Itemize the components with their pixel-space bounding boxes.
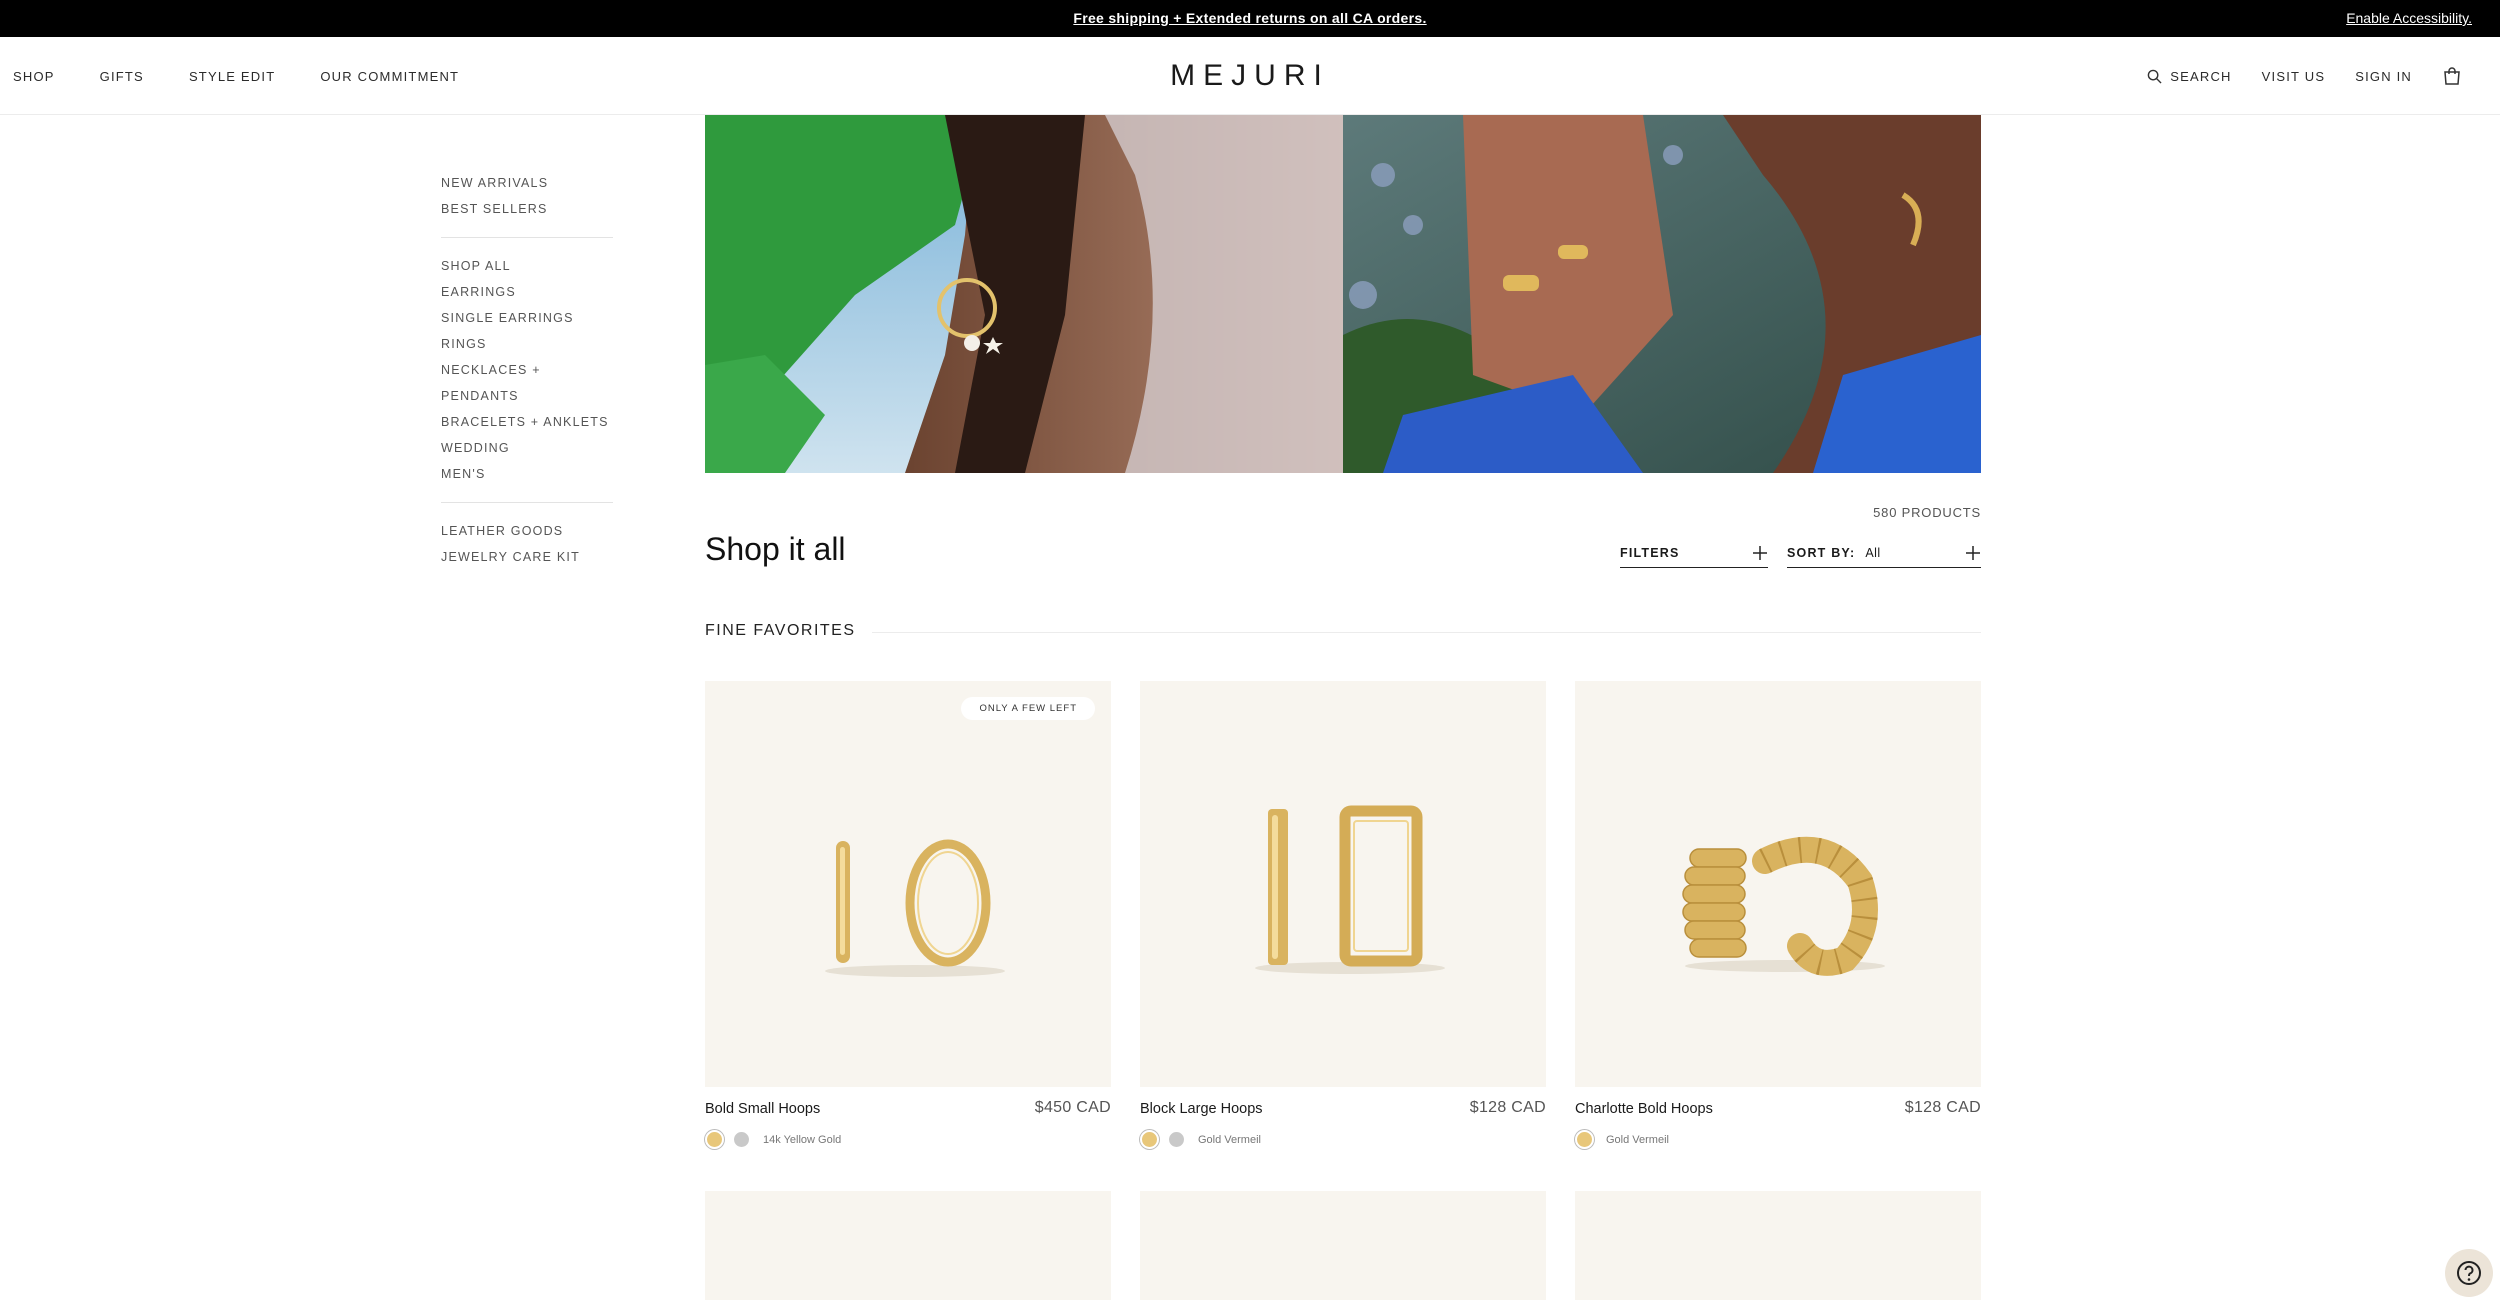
color-swatches: Gold Vermeil xyxy=(1575,1130,1669,1149)
swatch-silver[interactable] xyxy=(732,1130,751,1149)
swatch-gold-vermeil[interactable] xyxy=(1140,1130,1159,1149)
sidebar-item-wedding[interactable]: WEDDING xyxy=(441,435,613,461)
filters-button[interactable]: FILTERS xyxy=(1620,538,1768,568)
sidebar-item-earrings[interactable]: EARRINGS xyxy=(441,279,613,305)
product-price: $128 CAD xyxy=(1904,1099,1981,1116)
product-name[interactable]: Block Large Hoops xyxy=(1140,1101,1263,1117)
hero-image-earrings xyxy=(705,115,1343,473)
product-count: 580 PRODUCTS xyxy=(1873,505,1981,520)
search-label: SEARCH xyxy=(2170,68,2232,84)
category-sidebar: NEW ARRIVALS BEST SELLERS SHOP ALL EARRI… xyxy=(441,170,613,570)
sidebar-item-shop-all[interactable]: SHOP ALL xyxy=(441,253,613,279)
plus-icon xyxy=(1966,545,1980,560)
visit-us-link[interactable]: VISIT US xyxy=(2262,69,2326,84)
sign-in-link[interactable]: SIGN IN xyxy=(2355,69,2412,84)
page-title: Shop it all xyxy=(705,531,846,567)
rectangle-hoops-image xyxy=(1255,805,1445,974)
plus-icon xyxy=(1753,545,1767,560)
product-card[interactable]: ONLY A FEW LEFT Bold Small Hoops $450 CA… xyxy=(705,681,1111,1149)
sidebar-item-single-earrings[interactable]: SINGLE EARRINGS xyxy=(441,305,613,331)
sidebar-item-best-sellers[interactable]: BEST SELLERS xyxy=(441,196,613,222)
sidebar-item-new-arrivals[interactable]: NEW ARRIVALS xyxy=(441,170,613,196)
sidebar-item-necklaces-pendants[interactable]: NECKLACES + PENDANTS xyxy=(441,357,613,409)
enable-accessibility-link[interactable]: Enable Accessibility. xyxy=(2346,0,2472,37)
bag-icon[interactable] xyxy=(2442,66,2462,86)
sort-by-dropdown[interactable]: SORT BY: All xyxy=(1787,538,1981,568)
sidebar-item-mens[interactable]: MEN'S xyxy=(441,461,613,487)
sidebar-divider xyxy=(441,237,613,238)
stock-badge: ONLY A FEW LEFT xyxy=(961,697,1095,720)
section-title: FINE FAVORITES xyxy=(705,622,856,639)
swatch-label: 14k Yellow Gold xyxy=(763,1133,842,1146)
sidebar-item-bracelets-anklets[interactable]: BRACELETS + ANKLETS xyxy=(441,409,613,435)
search-icon xyxy=(2147,69,2162,84)
utility-nav: SEARCH VISIT US SIGN IN xyxy=(2117,37,2462,115)
sort-by-value: All xyxy=(1865,545,1881,560)
help-button[interactable] xyxy=(2445,1249,2493,1297)
color-swatches: Gold Vermeil xyxy=(1140,1130,1261,1149)
swatch-label: Gold Vermeil xyxy=(1606,1133,1669,1146)
site-header: SHOP GIFTS STYLE EDIT OUR COMMITMENT MEJ… xyxy=(0,37,2500,115)
product-card[interactable]: Charlotte Bold Hoops $128 CAD Gold Verme… xyxy=(1575,681,1981,1149)
filters-label: FILTERS xyxy=(1620,545,1680,560)
sidebar-item-leather-goods[interactable]: LEATHER GOODS xyxy=(441,518,613,544)
color-swatches: 14k Yellow Gold xyxy=(705,1130,841,1149)
announcement-bar: Free shipping + Extended returns on all … xyxy=(0,0,2500,37)
product-price: $450 CAD xyxy=(1034,1099,1111,1116)
hoop-earrings-image xyxy=(825,839,1005,977)
product-image[interactable]: ONLY A FEW LEFT xyxy=(705,681,1111,1087)
swatch-gold-vermeil[interactable] xyxy=(1575,1130,1594,1149)
search-button[interactable]: SEARCH xyxy=(2147,69,2231,84)
swatch-yellow-gold[interactable] xyxy=(705,1130,724,1149)
section-divider xyxy=(872,632,1981,633)
product-card[interactable] xyxy=(705,1191,1111,1300)
product-name[interactable]: Bold Small Hoops xyxy=(705,1101,820,1117)
product-card[interactable]: Block Large Hoops $128 CAD Gold Vermeil xyxy=(1140,681,1546,1149)
product-card[interactable] xyxy=(1140,1191,1546,1300)
hero-image-rings xyxy=(1343,115,1981,473)
sort-label-group: SORT BY: All xyxy=(1787,546,1881,560)
sidebar-item-rings[interactable]: RINGS xyxy=(441,331,613,357)
promo-link[interactable]: Free shipping + Extended returns on all … xyxy=(0,0,2500,37)
sidebar-item-jewelry-care-kit[interactable]: JEWELRY CARE KIT xyxy=(441,544,613,570)
sidebar-divider xyxy=(441,502,613,503)
swatch-label: Gold Vermeil xyxy=(1198,1133,1261,1146)
swatch-silver[interactable] xyxy=(1167,1130,1186,1149)
product-image[interactable] xyxy=(1575,681,1981,1087)
ribbed-hoops-image xyxy=(1682,836,1885,976)
sort-by-label: SORT BY: xyxy=(1787,545,1856,560)
product-price: $128 CAD xyxy=(1469,1099,1546,1116)
product-image[interactable] xyxy=(1140,681,1546,1087)
product-card[interactable] xyxy=(1575,1191,1981,1300)
product-name[interactable]: Charlotte Bold Hoops xyxy=(1575,1101,1713,1117)
question-icon xyxy=(2457,1261,2481,1285)
hero-banner xyxy=(705,115,1981,473)
